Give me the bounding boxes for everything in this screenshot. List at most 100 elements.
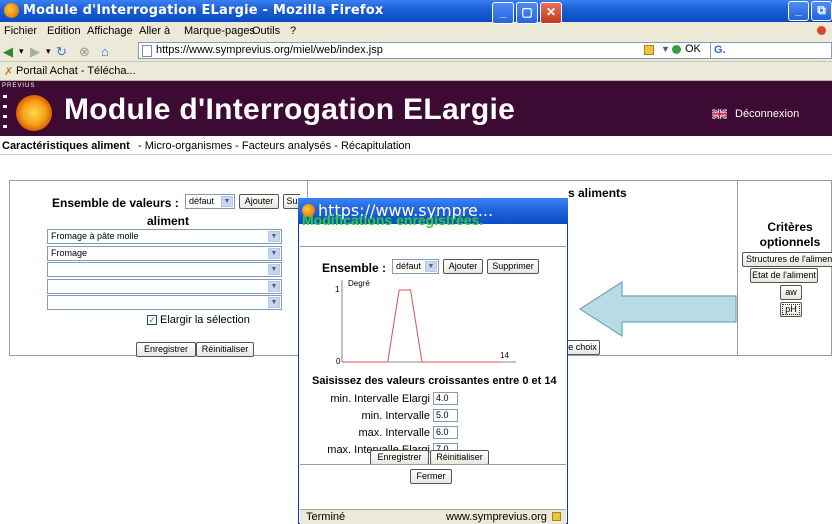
maximize-button[interactable]: ⧉ — [811, 1, 832, 21]
aliment-select-4[interactable]: ▼ — [47, 279, 282, 294]
url-dropdown-icon[interactable]: ▼ — [661, 44, 670, 54]
sun-logo-icon — [16, 95, 52, 131]
throbber-icon — [817, 26, 826, 35]
y-tick-1: 1 — [335, 285, 340, 294]
reset-button[interactable]: Réinitialiser — [196, 342, 254, 357]
popup-status-bar: Terminé www.symprevius.org — [300, 509, 566, 524]
aliments-heading: s aliments — [568, 186, 627, 200]
search-input[interactable]: G. — [710, 42, 832, 59]
page-banner: PREVIUS Module d'Interrogation ELargie D… — [0, 81, 832, 136]
x-tick-14: 14 — [500, 351, 509, 360]
y-axis-label: Degré — [348, 279, 370, 288]
field-min[interactable]: 5.0 — [433, 409, 458, 422]
forward-dropdown-icon[interactable]: ▾ — [46, 46, 51, 57]
field-label-min-elargi: min. Intervalle Elargi — [330, 393, 430, 405]
menu-item-fichier[interactable]: Fichier — [4, 25, 37, 37]
state-button[interactable]: Etat de l'aliment — [750, 268, 818, 283]
bookmark-portail-achat[interactable]: Portail Achat - Télécha... — [16, 65, 136, 77]
go-icon[interactable] — [672, 45, 681, 54]
google-icon: G. — [714, 44, 726, 56]
go-button[interactable]: OK — [685, 43, 701, 55]
stop-icon[interactable]: ⊗ — [79, 44, 90, 60]
uk-flag-icon — [712, 109, 727, 119]
status-domain: www.symprevius.org — [446, 511, 547, 523]
chevron-down-icon: ▼ — [268, 248, 280, 259]
page-title: Module d'Interrogation ELargie — [64, 93, 516, 126]
breadcrumb: Caractéristiques aliment - Micro-organis… — [0, 137, 832, 155]
brand-text: PREVIUS — [2, 83, 36, 89]
menu-item-affichage[interactable]: Affichage — [87, 25, 133, 37]
aliment-select-value: Fromage à pâte molle — [51, 231, 139, 241]
divider — [0, 154, 832, 155]
criteria-heading-line1: Critères — [767, 220, 813, 234]
divider — [300, 246, 566, 247]
status-text: Terminé — [306, 511, 346, 523]
firefox-icon — [4, 3, 19, 18]
chevron-down-icon: ▼ — [268, 264, 280, 275]
aliment-select-5[interactable]: ▼ — [47, 295, 282, 310]
arrow-left-icon — [578, 280, 737, 338]
field-value: 6.0 — [436, 427, 449, 437]
window-title: Module d'Interrogation ELargie - Mozilla… — [23, 3, 384, 18]
field-value: 5.0 — [436, 410, 449, 420]
popup-minimize-button[interactable]: _ — [492, 2, 514, 24]
popup-save-button[interactable]: Enregistrer — [370, 450, 429, 465]
back-dropdown-icon[interactable]: ▾ — [19, 46, 24, 57]
success-message: Modifications enregistrées. — [302, 212, 484, 228]
lock-icon — [644, 45, 654, 55]
range-instruction: Saisissez des valeurs croissantes entre … — [312, 375, 557, 387]
field-max[interactable]: 6.0 — [433, 426, 458, 439]
save-button[interactable]: Enregistrer — [136, 342, 196, 357]
breadcrumb-rest[interactable]: - Micro-organismes - Facteurs analysés -… — [138, 140, 411, 152]
membership-series-line — [342, 289, 502, 363]
ensemble-select[interactable]: défaut ▼ — [185, 194, 235, 209]
forward-icon[interactable]: ▶ — [30, 44, 40, 60]
add-button[interactable]: Ajouter — [239, 194, 279, 209]
field-min-elargi[interactable]: 4.0 — [433, 392, 458, 405]
breadcrumb-active[interactable]: Caractéristiques aliment — [2, 140, 130, 152]
chevron-down-icon: ▼ — [425, 261, 437, 272]
menu-item-aller[interactable]: Aller à — [139, 25, 170, 37]
ensemble-label: Ensemble de valeurs : — [52, 196, 179, 210]
menu-item-edition[interactable]: Edition — [47, 25, 81, 37]
menu-item-outils[interactable]: Outils — [252, 25, 280, 37]
navigation-toolbar: ◀ ▾ ▶ ▾ ↻ ⊗ ⌂ https://www.symprevius.org… — [0, 40, 832, 62]
home-icon[interactable]: ⌂ — [101, 44, 109, 59]
field-label-max: max. Intervalle — [358, 427, 430, 439]
bookmarks-toolbar: ✗ Portail Achat - Télécha... — [0, 62, 832, 81]
popup-maximize-button[interactable]: ▢ — [516, 2, 538, 24]
menu-item-help[interactable]: ? — [290, 25, 296, 37]
structure-button[interactable]: Structures de l'aliment — [742, 252, 832, 267]
field-value: 4.0 — [436, 393, 449, 403]
aliment-select-1[interactable]: Fromage à pâte molle ▼ — [47, 229, 282, 244]
menu-bar: Fichier Edition Affichage Aller à Marque… — [0, 22, 832, 40]
aliment-select-3[interactable]: ▼ — [47, 262, 282, 277]
ph-button[interactable]: pH — [780, 302, 802, 317]
chevron-down-icon: ▼ — [268, 281, 280, 292]
logout-link[interactable]: Déconnexion — [735, 108, 799, 120]
menu-item-marque-pages[interactable]: Marque-pages — [184, 25, 255, 37]
lock-icon — [552, 512, 561, 521]
popup-ensemble-value: défaut — [396, 261, 422, 271]
page-icon — [142, 45, 152, 57]
back-icon[interactable]: ◀ — [3, 44, 13, 60]
close-button[interactable]: Fermer — [410, 469, 452, 484]
url-bar[interactable]: https://www.symprevius.org/miel/web/inde… — [138, 42, 715, 59]
aliment-select-2[interactable]: Fromage ▼ — [47, 246, 282, 261]
chevron-down-icon: ▼ — [221, 196, 233, 207]
popup-reset-button[interactable]: Réinitialiser — [430, 450, 489, 465]
window-title-bar[interactable]: Module d'Interrogation ELargie - Mozilla… — [0, 0, 832, 22]
aw-button[interactable]: aw — [780, 285, 802, 300]
membership-chart: Degré 1 0 14 — [335, 279, 516, 366]
extend-checkbox[interactable]: ✓ — [147, 315, 157, 325]
chevron-down-icon: ▼ — [268, 297, 280, 308]
url-text[interactable]: https://www.symprevius.org/miel/web/inde… — [156, 44, 383, 56]
choice-button[interactable]: e choix — [566, 340, 600, 355]
extend-label: Elargir la sélection — [160, 314, 250, 326]
criteria-heading-line2: optionnels — [759, 235, 821, 249]
minimize-button[interactable]: _ — [788, 1, 809, 21]
divider — [300, 464, 566, 465]
popup-close-button[interactable]: ✕ — [540, 2, 562, 24]
bookmark-icon: ✗ — [4, 66, 14, 78]
reload-icon[interactable]: ↻ — [56, 44, 67, 60]
